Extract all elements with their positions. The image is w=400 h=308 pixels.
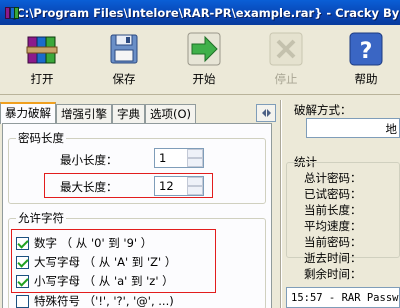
crack-mode-field[interactable]: 地 [306,118,400,138]
window-title: {C:\Program Files\Intelore\RAR-PR\exampl… [8,5,400,20]
stop-button-label: 停止 [274,72,298,86]
special-chars-check-box[interactable] [16,294,29,308]
min-length-up-button[interactable] [187,149,203,158]
log-box[interactable]: 15:57 - RAR Passwo [286,287,400,308]
toolbar: 打开 保存 开始 停止 ? 帮助 [0,25,400,95]
svg-text:?: ? [360,39,373,64]
help-button[interactable]: ? 帮助 [342,31,390,91]
floppy-disk-icon [106,31,142,67]
uppercase-checkbox[interactable]: 大写字母 （ 从 'A' 到 'Z' ） [16,254,176,270]
crack-mode-value: 地 [385,122,398,136]
min-length-down-button[interactable] [187,158,203,167]
save-button-label: 保存 [112,72,136,86]
stat-elapsed-time: 逝去时间： [304,251,362,265]
crack-mode-label: 破解方式： [294,103,352,117]
lowercase-check-box[interactable] [16,274,29,288]
play-arrow-icon [186,31,222,67]
tab-dictionary[interactable]: 字典 [112,104,145,124]
tab-options[interactable]: 选项(O) [145,104,197,124]
open-button[interactable]: 打开 [18,31,66,91]
stat-average-speed: 平均速度： [304,219,362,233]
stat-current-password: 当前密码： [304,235,362,249]
stat-remaining-time: 剩余时间： [304,267,362,281]
max-length-down-button[interactable] [187,186,203,195]
special-chars-checkbox[interactable]: 特殊符号 （'!', '?', '@', ...) [16,293,174,308]
panel-separator [280,100,282,308]
uppercase-check-box[interactable] [16,255,29,269]
stat-tried-passwords: 已试密码： [304,187,362,201]
stat-total-passwords: 总计密码： [304,171,362,185]
min-length-value[interactable]: 1 [155,149,187,167]
open-button-label: 打开 [30,72,54,86]
stat-current-length: 当前长度： [304,203,362,217]
help-button-label: 帮助 [354,72,378,86]
charset-title: 允许字符 [16,210,66,226]
digits-checkbox[interactable]: 数字 （ 从 '0' 到 '9' ） [16,235,152,251]
tab-brute-force[interactable]: 暴力破解 [0,102,56,124]
title-bar[interactable]: {C:\Program Files\Intelore\RAR-PR\exampl… [0,0,400,25]
stop-icon [268,31,304,67]
log-line: 15:57 - RAR Passwo [291,292,400,304]
digits-label: 数字 （ 从 '0' 到 '9' ） [34,236,153,250]
stop-button[interactable]: 停止 [262,31,310,91]
tab-enhanced-engine[interactable]: 增强引擎 [56,104,112,124]
special-chars-label: 特殊符号 （'!', '?', '@', ...) [34,294,174,308]
tab-scroll-buttons[interactable] [256,104,276,122]
start-button[interactable]: 开始 [180,31,228,91]
digits-check-box[interactable] [16,236,29,250]
max-length-spinner[interactable]: 12 [154,176,204,196]
lowercase-label: 小写字母 （ 从 'a' 到 'z' ） [34,274,174,288]
tab-strip: 暴力破解 增强引擎 字典 选项(O) [0,102,197,124]
start-button-label: 开始 [192,72,216,86]
min-length-label: 最小长度： [60,153,118,167]
max-length-value[interactable]: 12 [155,177,187,195]
lowercase-checkbox[interactable]: 小写字母 （ 从 'a' 到 'z' ） [16,273,174,289]
max-length-up-button[interactable] [187,177,203,186]
uppercase-label: 大写字母 （ 从 'A' 到 'Z' ） [34,255,177,269]
max-length-label: 最大长度： [60,180,118,194]
archive-books-icon [24,31,60,67]
save-button[interactable]: 保存 [100,31,148,91]
question-mark-icon: ? [348,31,384,67]
min-length-spinner[interactable]: 1 [154,148,204,168]
password-length-title: 密码长度 [16,130,66,146]
